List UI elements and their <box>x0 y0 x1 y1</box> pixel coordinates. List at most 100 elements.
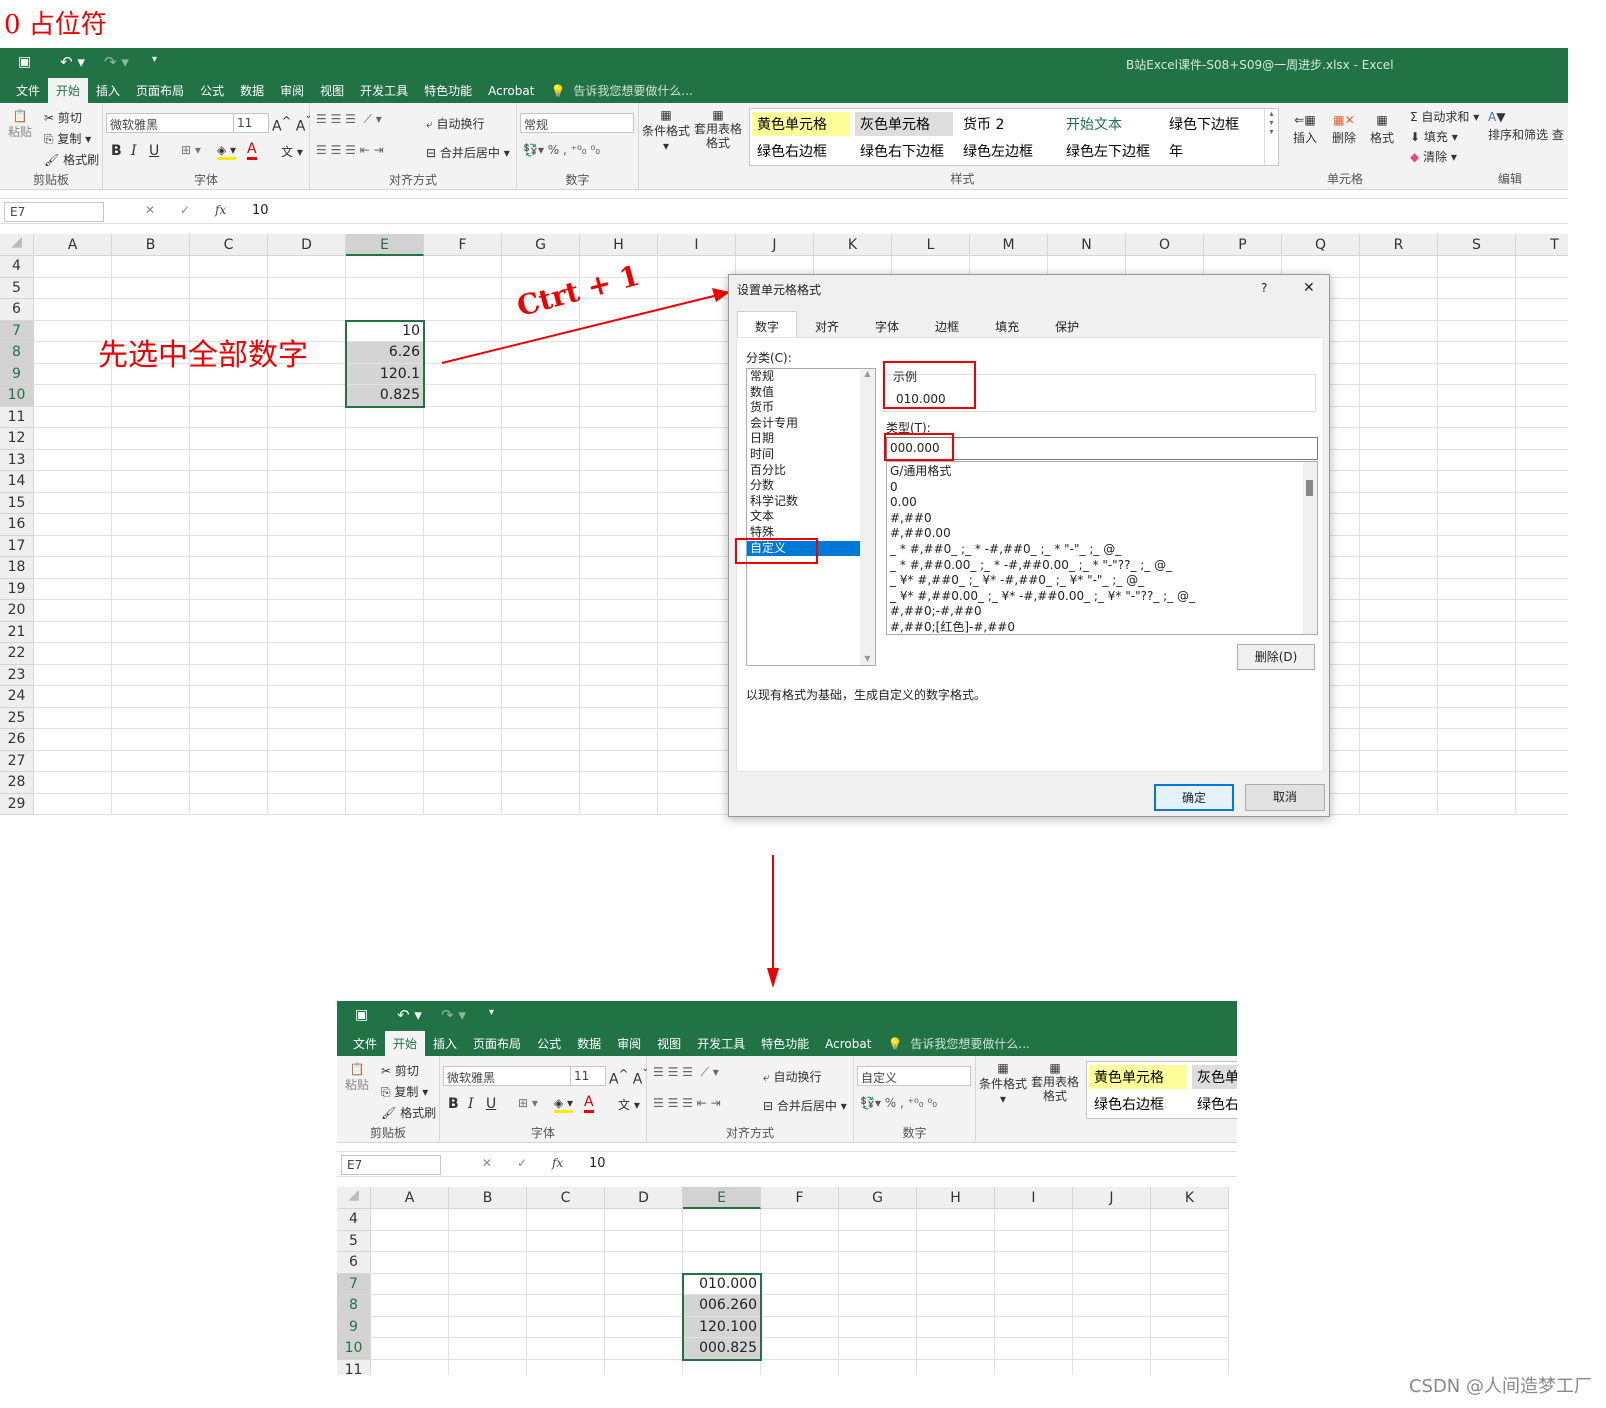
cell-G7[interactable] <box>839 1273 917 1295</box>
cell-J9[interactable] <box>1073 1316 1151 1338</box>
cell-B7[interactable] <box>449 1273 527 1295</box>
cell-J4[interactable] <box>1073 1209 1151 1231</box>
type-list[interactable]: G/通用格式 0 0.00 #,##0 #,##0.00 _ * #,##0_ ;_ * … <box>886 461 1318 635</box>
cell-G4[interactable] <box>839 1209 917 1231</box>
cell-G8[interactable] <box>839 1295 917 1317</box>
cell-B10[interactable] <box>449 1338 527 1360</box>
category-item[interactable]: 百分比 <box>747 463 875 479</box>
column-header-G[interactable]: G <box>839 1187 917 1209</box>
type-item[interactable]: #,##0;-#,##0 <box>887 604 1317 620</box>
cell-K5[interactable] <box>1151 1230 1229 1252</box>
cell-D11[interactable] <box>605 1359 683 1375</box>
cell-B8[interactable] <box>449 1295 527 1317</box>
cell-I7[interactable] <box>995 1273 1073 1295</box>
copy-button[interactable]: ⎘ 复制 ▾ <box>381 1083 428 1100</box>
cell-D6[interactable] <box>605 1252 683 1274</box>
row-header-7[interactable]: 7 <box>337 1273 371 1295</box>
cell-K9[interactable] <box>1151 1316 1229 1338</box>
cell-H10[interactable] <box>917 1338 995 1360</box>
customize-qat-icon[interactable]: ▾ <box>489 1007 494 1018</box>
cell-I9[interactable] <box>995 1316 1073 1338</box>
type-item[interactable]: G/通用格式 <box>887 464 1317 480</box>
fx-icon[interactable]: fx <box>552 1156 563 1170</box>
grow-font-icon[interactable]: A^ Aˇ <box>609 1067 648 1088</box>
bold-button[interactable]: B <box>448 1096 459 1112</box>
cell-H7[interactable] <box>917 1273 995 1295</box>
cell-C6[interactable] <box>527 1252 605 1274</box>
cell-K11[interactable] <box>1151 1359 1229 1375</box>
category-list[interactable]: 常规 数值 货币 会计专用 日期 时间 百分比 分数 科学记数 文本 特殊 自定义 <box>746 368 876 666</box>
cell-C11[interactable] <box>527 1359 605 1375</box>
row-header-4[interactable]: 4 <box>337 1209 371 1231</box>
cell-I10[interactable] <box>995 1338 1073 1360</box>
row-header-10[interactable]: 10 <box>337 1338 371 1360</box>
cell-B11[interactable] <box>449 1359 527 1375</box>
border-icon[interactable]: ⊞ ▾ <box>518 1096 538 1110</box>
cell-F10[interactable] <box>761 1338 839 1360</box>
cell-A11[interactable] <box>371 1359 449 1375</box>
cell-F8[interactable] <box>761 1295 839 1317</box>
close-button[interactable]: ✕ <box>1303 280 1315 296</box>
cell-G9[interactable] <box>839 1316 917 1338</box>
category-item[interactable]: 分数 <box>747 478 875 494</box>
cut-button[interactable]: ✂ 剪切 <box>381 1062 419 1079</box>
undo-icon[interactable]: ↶ ▾ <box>397 1006 422 1024</box>
cell-F6[interactable] <box>761 1252 839 1274</box>
format-as-table-button[interactable]: ▦ 套用表格格式 <box>1029 1061 1081 1103</box>
cell-E4[interactable] <box>683 1209 761 1231</box>
ribbon-tab[interactable]: 视图 <box>649 1031 689 1056</box>
cell-style[interactable]: 黄色单元格 <box>1089 1065 1187 1089</box>
cell-J6[interactable] <box>1073 1252 1151 1274</box>
category-scrollbar[interactable]: ▲ ▼ <box>860 369 875 665</box>
cell-D8[interactable] <box>605 1295 683 1317</box>
italic-button[interactable]: I <box>468 1096 474 1112</box>
column-header-B[interactable]: B <box>449 1187 527 1209</box>
column-header-J[interactable]: J <box>1073 1187 1151 1209</box>
category-item[interactable]: 常规 <box>747 369 875 385</box>
format-painter-button[interactable]: 🖌 格式刷 <box>381 1104 436 1121</box>
ok-button[interactable]: 确定 <box>1154 784 1234 811</box>
row-header-8[interactable]: 8 <box>337 1295 371 1317</box>
cell-D10[interactable] <box>605 1338 683 1360</box>
tell-me-box[interactable]: 💡 告诉我您想要做什么... <box>879 1031 1045 1056</box>
cell-I4[interactable] <box>995 1209 1073 1231</box>
cell-G11[interactable] <box>839 1359 917 1375</box>
worksheet-grid[interactable]: ◢ A B C D E F G H I J K 4 5 6 7 010.000 8 006.260 9 120.100 1… <box>337 1187 1237 1375</box>
cell-style[interactable]: 灰色单元格 <box>1192 1065 1237 1089</box>
cell-F9[interactable] <box>761 1316 839 1338</box>
type-item[interactable]: 0.00 <box>887 495 1317 511</box>
cell-E8[interactable]: 006.260 <box>683 1295 761 1317</box>
cell-D5[interactable] <box>605 1230 683 1252</box>
cell-B6[interactable] <box>449 1252 527 1274</box>
number-format-select[interactable]: 自定义 <box>857 1066 971 1086</box>
ribbon-tab[interactable]: 文件 <box>345 1031 385 1056</box>
cell-A7[interactable] <box>371 1273 449 1295</box>
font-name-select[interactable]: 微软雅黑 <box>443 1066 571 1086</box>
row-header-11[interactable]: 11 <box>337 1359 371 1375</box>
category-item[interactable]: 时间 <box>747 447 875 463</box>
cell-A4[interactable] <box>371 1209 449 1231</box>
ribbon-tab[interactable]: 特色功能 <box>753 1031 817 1056</box>
cell-J11[interactable] <box>1073 1359 1151 1375</box>
wrap-text-button[interactable]: ⤶ 自动换行 <box>763 1068 822 1085</box>
cell-E9[interactable]: 120.100 <box>683 1316 761 1338</box>
cell-style[interactable]: 绿色右下边框 <box>1192 1092 1237 1116</box>
cell-I11[interactable] <box>995 1359 1073 1375</box>
type-scrollbar[interactable] <box>1303 462 1317 634</box>
cell-C10[interactable] <box>527 1338 605 1360</box>
font-size-select[interactable]: 11 <box>570 1066 606 1086</box>
column-header-D[interactable]: D <box>605 1187 683 1209</box>
type-item[interactable]: _ ¥* #,##0.00_ ;_ ¥* -#,##0.00_ ;_ ¥* "-… <box>887 589 1317 605</box>
paste-button[interactable]: 📋 粘贴 <box>345 1062 369 1093</box>
cell-H9[interactable] <box>917 1316 995 1338</box>
cell-B4[interactable] <box>449 1209 527 1231</box>
type-item[interactable]: _ * #,##0_ ;_ * -#,##0_ ;_ * "-"_ ;_ @_ <box>887 542 1317 558</box>
column-header-F[interactable]: F <box>761 1187 839 1209</box>
cell-H4[interactable] <box>917 1209 995 1231</box>
type-item[interactable]: #,##0;[红色]-#,##0 <box>887 620 1317 634</box>
ribbon-tab[interactable]: 公式 <box>529 1031 569 1056</box>
cell-C9[interactable] <box>527 1316 605 1338</box>
cell-G10[interactable] <box>839 1338 917 1360</box>
cell-J5[interactable] <box>1073 1230 1151 1252</box>
row-header-9[interactable]: 9 <box>337 1316 371 1338</box>
